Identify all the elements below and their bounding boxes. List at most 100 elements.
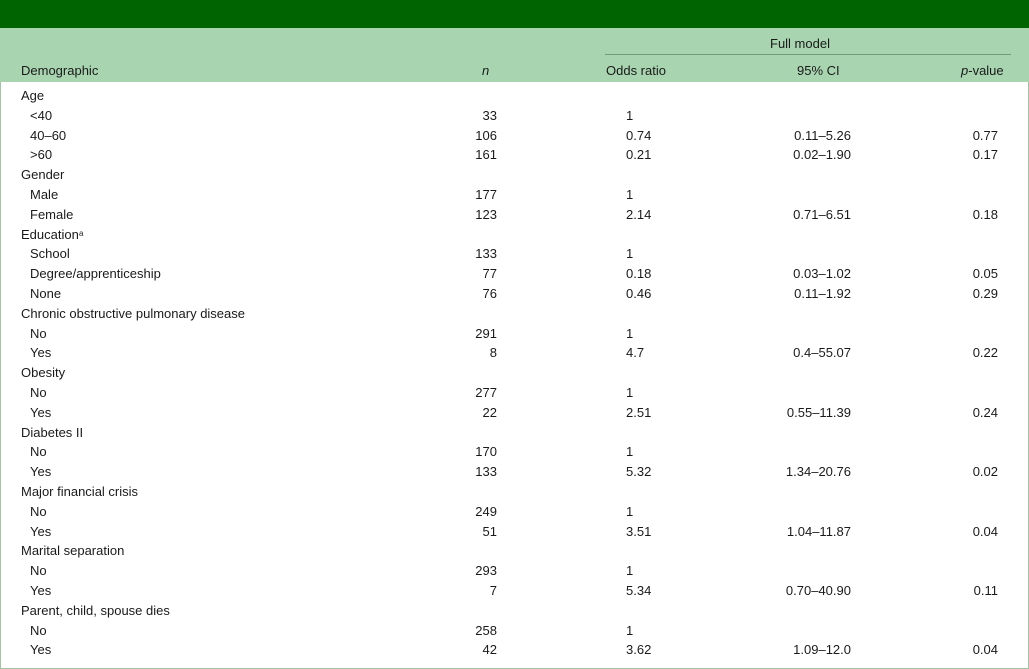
table-category-row: Marital separation	[0, 541, 1029, 561]
table-category-row: Age	[0, 86, 1029, 106]
table-category-row: Obesity	[0, 363, 1029, 383]
cell-p-value: 0.18	[972, 206, 998, 222]
row-category-label: Diabetes II	[21, 424, 84, 440]
cell-n: 277	[475, 384, 497, 400]
group-header-rule	[605, 54, 1011, 55]
row-level-label: Yes	[30, 404, 52, 420]
table-row: No 291 1	[0, 324, 1029, 344]
cell-odds-ratio: 0.18	[626, 266, 652, 282]
row-level-label: No	[30, 622, 47, 638]
footnote-marker: a	[79, 228, 84, 238]
row-level-label: School	[30, 246, 70, 262]
row-category-label: Gender	[21, 167, 65, 183]
row-level-label: >60	[30, 147, 53, 163]
cell-n: 42	[482, 642, 497, 658]
cell-odds-ratio: 0.74	[626, 127, 652, 143]
row-category-label: Parent, child, spouse dies	[21, 602, 170, 618]
cell-odds-ratio: 2.51	[626, 404, 652, 420]
row-level-label: Yes	[30, 642, 52, 658]
cell-n: 7	[489, 582, 497, 598]
cell-ci: 0.11–1.92	[794, 285, 851, 301]
column-header-p-value: p-value	[961, 63, 1004, 78]
row-level-label: Female	[30, 206, 74, 222]
table-row: No 277 1	[0, 383, 1029, 403]
table-row: 40–60 106 0.74 0.11–5.26 0.77	[0, 126, 1029, 146]
cell-odds-ratio: 1	[626, 384, 634, 400]
table-row: Yes 22 2.51 0.55–11.39 0.24	[0, 403, 1029, 423]
row-level-label: Yes	[30, 464, 52, 480]
cell-n: 106	[475, 127, 497, 143]
cell-n: 76	[482, 285, 497, 301]
row-level-label: <40	[30, 107, 53, 123]
cell-n: 133	[475, 246, 497, 262]
table-row: Yes 51 3.51 1.04–11.87 0.04	[0, 522, 1029, 542]
cell-p-value: 0.02	[972, 464, 998, 480]
table-category-row: Parent, child, spouse dies	[0, 601, 1029, 621]
table-row: No 293 1	[0, 561, 1029, 581]
row-level-label: No	[30, 384, 47, 400]
cell-ci: 1.09–12.0	[793, 642, 851, 658]
cell-p-value: 0.04	[972, 523, 998, 539]
row-level-label: Yes	[30, 582, 52, 598]
cell-p-value: 0.11	[973, 582, 998, 598]
cell-p-value: 0.29	[972, 285, 998, 301]
cell-p-value: 0.05	[972, 266, 998, 282]
cell-n: 293	[475, 563, 497, 579]
table-row: <40 33 1	[0, 106, 1029, 126]
cell-n: 77	[482, 266, 497, 282]
cell-n: 51	[482, 523, 497, 539]
cell-odds-ratio: 1	[626, 622, 634, 638]
cell-n: 33	[482, 107, 497, 123]
table-row: Yes 8 4.7 0.4–55.07 0.22	[0, 343, 1029, 363]
cell-p-value: 0.17	[972, 147, 998, 163]
cell-odds-ratio: 1	[626, 325, 634, 341]
cell-ci: 0.70–40.90	[785, 582, 851, 598]
row-category-label: Age	[21, 88, 45, 103]
cell-odds-ratio: 1	[626, 444, 634, 460]
cell-odds-ratio: 0.21	[626, 147, 652, 163]
cell-n: 161	[475, 147, 497, 163]
table-row: No 170 1	[0, 442, 1029, 462]
cell-odds-ratio: 1	[626, 107, 634, 123]
cell-odds-ratio: 5.34	[626, 582, 652, 598]
table-category-row: Major financial crisis	[0, 482, 1029, 502]
cell-ci: 0.11–5.26	[794, 127, 851, 143]
cell-n: 170	[475, 444, 497, 460]
cell-ci: 0.4–55.07	[793, 345, 851, 361]
row-category-label: Obesity	[21, 365, 66, 381]
table-body: Age <40 33 1 40–60 106 0.74 0.11–5.26 0.77 >60 161…	[0, 86, 1029, 660]
row-level-label: None	[30, 285, 62, 301]
table-category-row: Chronic obstructive pulmonary disease	[0, 304, 1029, 324]
cell-p-value: 0.22	[972, 345, 998, 361]
cell-n: 8	[489, 345, 497, 361]
table-category-row: Diabetes II	[0, 423, 1029, 443]
row-level-label: No	[30, 503, 47, 519]
row-level-label: Yes	[30, 523, 52, 539]
cell-n: 258	[475, 622, 497, 638]
row-category-label: Marital separation	[21, 543, 125, 559]
cell-ci: 0.02–1.90	[793, 147, 851, 163]
column-header-demographic: Demographic	[21, 63, 99, 78]
table-row: Yes 7 5.34 0.70–40.90 0.11	[0, 581, 1029, 601]
cell-odds-ratio: 2.14	[626, 206, 652, 222]
row-level-label: No	[30, 444, 47, 460]
cell-odds-ratio: 1	[626, 186, 634, 202]
table-row: Yes 133 5.32 1.34–20.76 0.02	[0, 462, 1029, 482]
cell-n: 22	[482, 404, 497, 420]
table-category-row: Education a	[0, 225, 1029, 245]
row-level-label: Male	[30, 186, 59, 202]
cell-ci: 1.04–11.87	[786, 523, 851, 539]
cell-odds-ratio: 1	[626, 563, 634, 579]
table-category-row: Gender	[0, 165, 1029, 185]
table-row: Degree/apprenticeship 77 0.18 0.03–1.02 0.05	[0, 264, 1029, 284]
cell-n: 291	[475, 325, 497, 341]
cell-n: 123	[475, 206, 497, 222]
cell-p-value: 0.77	[972, 127, 998, 143]
table-row: No 258 1	[0, 621, 1029, 641]
column-header-odds-ratio: Odds ratio	[606, 63, 666, 78]
cell-p-value: 0.24	[972, 404, 998, 420]
cell-odds-ratio: 0.46	[626, 285, 652, 301]
cell-odds-ratio: 1	[626, 246, 634, 262]
cell-ci: 1.34–20.76	[785, 464, 851, 480]
table-title-bar	[0, 0, 1029, 28]
